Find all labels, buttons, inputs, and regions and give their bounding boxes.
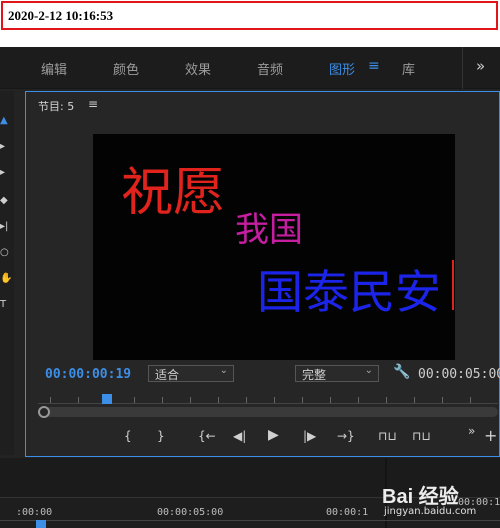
tab-effects[interactable]: 效果 (185, 59, 211, 78)
tab-divider (462, 47, 463, 89)
tab-menu-icon[interactable]: ≡ (368, 58, 380, 74)
ruler-tick (442, 397, 443, 403)
ruler-tick (246, 397, 247, 403)
timeline-time-label: 00:00:1 (326, 507, 369, 518)
ruler-tick (302, 397, 303, 403)
go-to-in-button[interactable]: {← (198, 429, 216, 443)
type-tool-icon[interactable]: T (0, 299, 12, 310)
watermark: Bai 经验 jingyan.baidu.com (380, 478, 498, 526)
step-forward-button[interactable]: |▶ (303, 429, 316, 443)
quality-select-value: 完整 (302, 368, 327, 382)
slip-tool-icon[interactable]: ▸| (0, 221, 12, 232)
track-select-tool-icon[interactable]: ▸ (0, 141, 12, 152)
monitor-playhead[interactable] (102, 394, 112, 404)
tab-audio[interactable]: 音频 (257, 59, 283, 78)
controls-overflow-icon[interactable]: » (468, 424, 475, 438)
selection-tool-icon[interactable]: ▲ (0, 115, 12, 126)
extract-button[interactable]: ⊓⊔ (412, 429, 431, 443)
timeline-playhead[interactable] (36, 520, 46, 528)
fit-select-value: 适合 (155, 368, 180, 382)
fit-select[interactable]: 适合 ⌄ (148, 365, 234, 382)
zoom-scrollbar[interactable] (38, 406, 498, 418)
timeline-time-label: :00:00 (16, 507, 53, 518)
ruler-tick (274, 397, 275, 403)
zoom-scroll-handle[interactable] (38, 406, 50, 418)
go-to-out-button[interactable]: →} (337, 429, 355, 443)
workspace-tabs: 编辑 颜色 效果 音频 图形 ≡ 库 » (0, 47, 500, 89)
chevron-down-icon: ⌄ (364, 365, 373, 376)
mark-out-button[interactable]: } (157, 429, 165, 443)
text-cursor (452, 260, 454, 310)
timeline-time-label: 00:00:05:00 (157, 507, 224, 518)
ruler-tick (386, 397, 387, 403)
ruler-tick (78, 397, 79, 403)
video-preview[interactable]: 祝愿 我国 国泰民安 (93, 134, 455, 360)
monitor-menu-icon[interactable]: ≡ (88, 97, 98, 111)
pen-tool-icon[interactable]: ○ (0, 247, 12, 258)
button-editor-add-icon[interactable]: + (484, 426, 497, 445)
ruler-tick (50, 397, 51, 403)
tab-overflow-icon[interactable]: » (476, 57, 485, 75)
preview-text-line-2: 我国 (235, 210, 303, 250)
screenshot-header: 2020-2-12 10:16:53 (0, 0, 500, 47)
timestamp-text: 2020-2-12 10:16:53 (8, 8, 114, 23)
ruler-tick (218, 397, 219, 403)
ruler-tick (134, 397, 135, 403)
hand-tool-icon[interactable]: ✋ (0, 273, 12, 284)
ruler-tick (470, 397, 471, 403)
preview-text-line-3: 国泰民安 (257, 265, 441, 319)
timestamp-box: 2020-2-12 10:16:53 (1, 1, 498, 30)
duration-timecode: 00:00:05:00 (418, 367, 500, 382)
current-timecode[interactable]: 00:00:00:19 (45, 367, 131, 382)
play-button[interactable]: ▶ (268, 427, 279, 443)
ruler-tick (414, 397, 415, 403)
ruler-tick (358, 397, 359, 403)
tab-editing[interactable]: 编辑 (41, 59, 67, 78)
settings-wrench-icon[interactable]: 🔧 (393, 364, 410, 380)
mark-in-button[interactable]: { (124, 429, 132, 443)
ruler-tick (190, 397, 191, 403)
monitor-title: 节目: 5 (38, 100, 75, 113)
ruler-tick (330, 397, 331, 403)
tools-panel: ▲ ▸ ▸ ◆ ▸| ○ ✋ T (0, 91, 14, 455)
lift-button[interactable]: ⊓⊔ (378, 429, 397, 443)
quality-select[interactable]: 完整 ⌄ (295, 365, 379, 382)
watermark-url: jingyan.baidu.com (384, 506, 477, 517)
razor-tool-icon[interactable]: ◆ (0, 195, 12, 206)
ripple-edit-tool-icon[interactable]: ▸ (0, 167, 12, 178)
tab-color[interactable]: 颜色 (113, 59, 139, 78)
preview-text-line-1: 祝愿 (121, 163, 226, 223)
tab-libraries[interactable]: 库 (402, 59, 415, 78)
ruler-tick (162, 397, 163, 403)
watermark-logo: Bai 经验 (382, 486, 459, 508)
chevron-down-icon: ⌄ (219, 365, 228, 376)
step-back-button[interactable]: ◀| (233, 429, 246, 443)
program-monitor: 节目: 5 ≡ 祝愿 我国 国泰民安 00:00:00:19 适合 ⌄ 完整 ⌄… (25, 91, 500, 457)
tab-graphics[interactable]: 图形 (329, 59, 355, 78)
